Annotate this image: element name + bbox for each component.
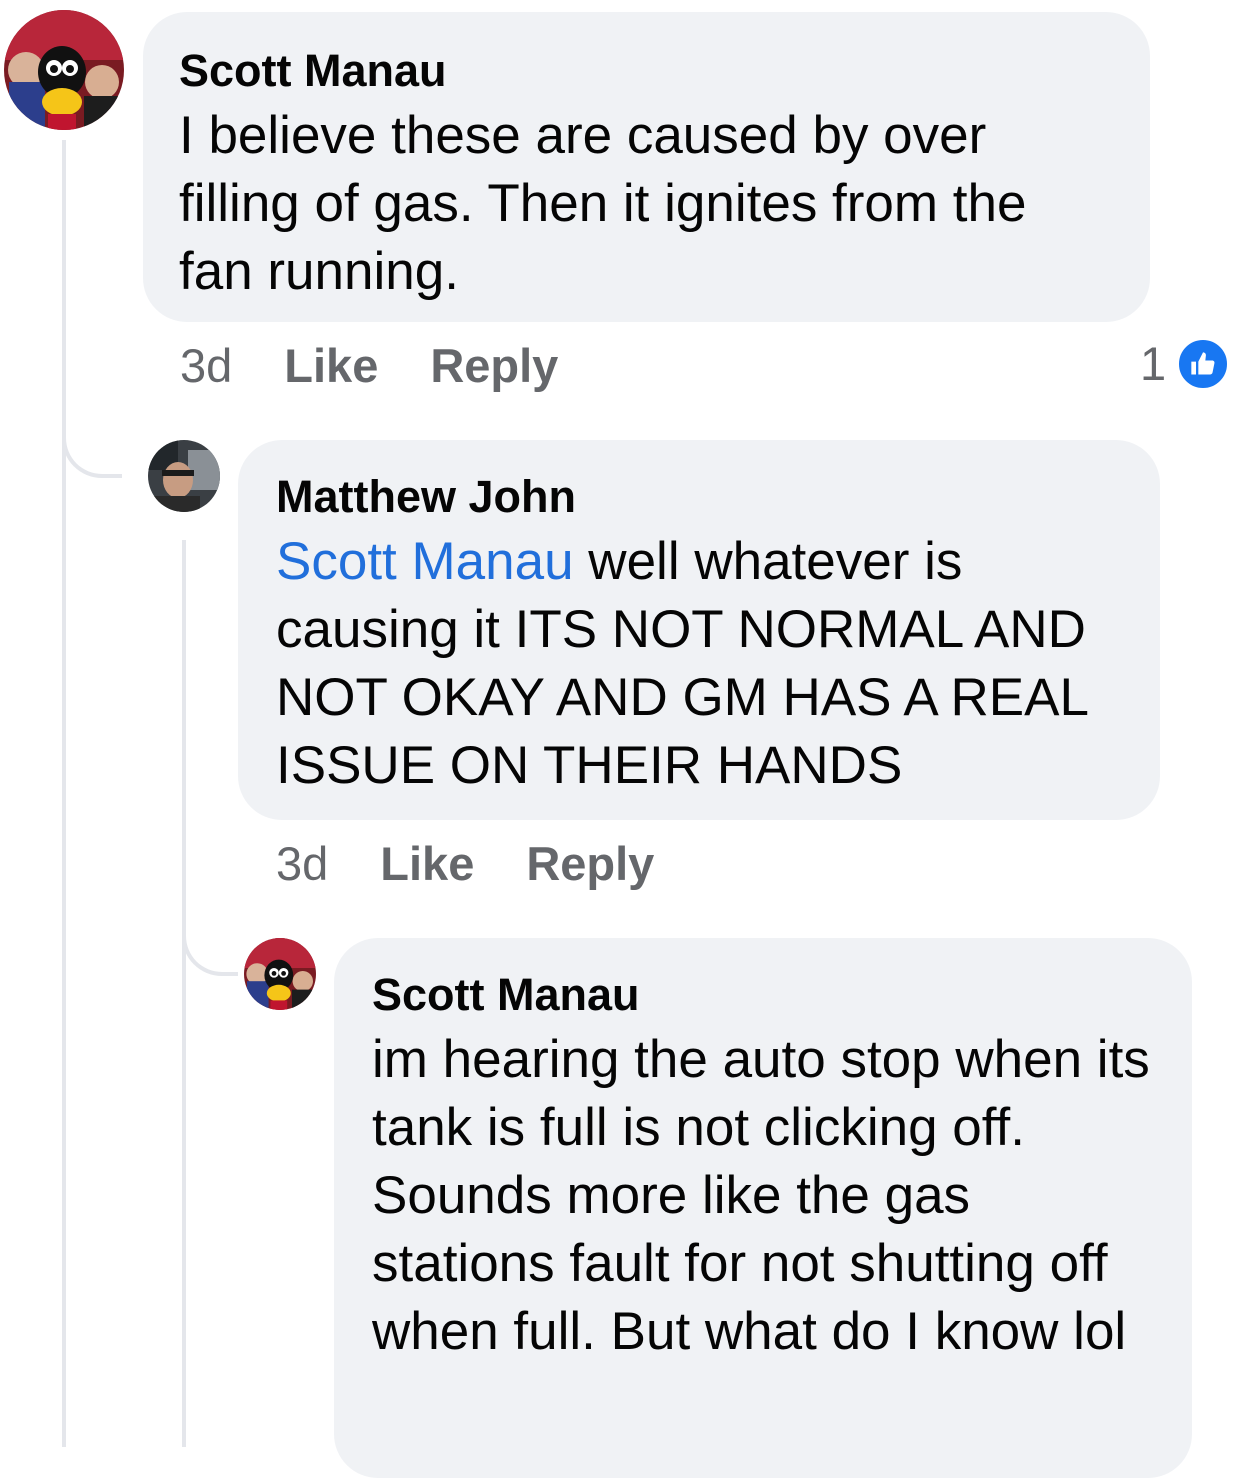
comment-bubble-1[interactable]: Scott Manau I believe these are caused b… — [143, 12, 1150, 322]
avatar-image — [148, 440, 220, 512]
comment-bubble-2[interactable]: Matthew John Scott Manau well whatever i… — [238, 440, 1160, 820]
timestamp[interactable]: 3d — [276, 836, 328, 891]
avatar-scott-manau[interactable] — [4, 10, 124, 130]
avatar-scott-manau[interactable] — [244, 938, 316, 1010]
reaction-count: 1 — [1140, 337, 1167, 390]
thread-connector-2 — [182, 900, 238, 976]
reaction-summary[interactable]: 1 — [1140, 336, 1231, 391]
thread-connector-1 — [62, 400, 122, 478]
comment-author[interactable]: Scott Manau — [179, 40, 1114, 102]
comment-text: im hearing the auto stop when its tank i… — [372, 1030, 1150, 1361]
avatar-image — [244, 938, 316, 1010]
reply-button[interactable]: Reply — [526, 836, 654, 891]
thread-line-main — [62, 140, 66, 1447]
comment-actions-1: 3d Like Reply — [180, 338, 558, 393]
timestamp[interactable]: 3d — [180, 338, 232, 393]
comment-text: Scott Manau well whatever is causing it … — [276, 528, 1124, 800]
comment-text: I believe these are caused by over filli… — [179, 106, 1027, 301]
comment-author[interactable]: Scott Manau — [372, 964, 1156, 1026]
thread-line-reply — [182, 540, 186, 1447]
comment-actions-2: 3d Like Reply — [276, 836, 654, 891]
avatar-matthew-john[interactable] — [148, 440, 220, 512]
reply-button[interactable]: Reply — [430, 338, 558, 393]
like-button[interactable]: Like — [380, 836, 474, 891]
like-thumbs-up-icon — [1176, 336, 1231, 391]
avatar-image — [4, 10, 124, 130]
comment-bubble-3[interactable]: Scott Manau im hearing the auto stop whe… — [334, 938, 1192, 1478]
mention-link[interactable]: Scott Manau — [276, 532, 574, 591]
comment-author[interactable]: Matthew John — [276, 466, 1124, 528]
like-button[interactable]: Like — [284, 338, 378, 393]
